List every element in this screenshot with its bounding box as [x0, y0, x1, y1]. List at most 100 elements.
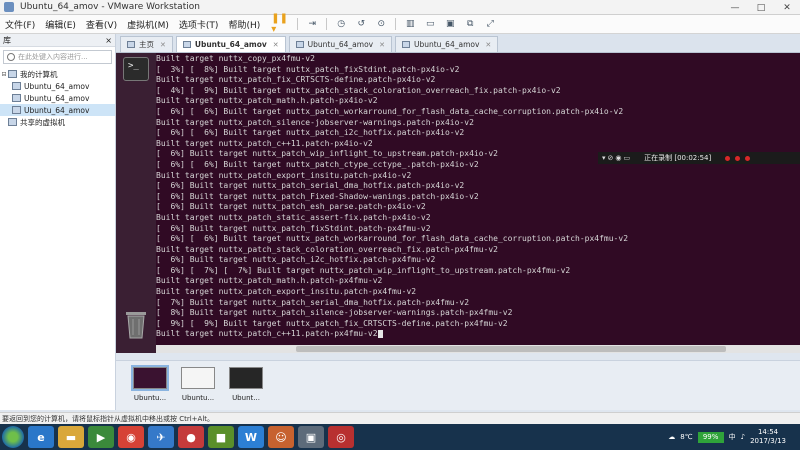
tree-item-label: Ubuntu_64_amov — [24, 105, 90, 115]
terminal-window[interactable]: Built target nuttx_copy_px4fmu-v2[ 3%] [… — [156, 53, 800, 345]
unity-icon[interactable]: ⧉ — [463, 18, 477, 30]
clock[interactable]: 14:54 2017/3/13 — [750, 428, 786, 446]
stretch-icon[interactable]: ⤢ — [483, 18, 497, 30]
tree-item-vm[interactable]: Ubuntu_64_amov — [0, 80, 115, 92]
vm-icon — [295, 41, 304, 48]
library-search-input[interactable]: 在此处键入内容进行... — [3, 50, 112, 64]
terminal-line: Built target nuttx_patch_stack_coloratio… — [156, 244, 498, 254]
ubuntu-launcher: >_ — [116, 53, 156, 353]
library-close-icon[interactable]: × — [105, 34, 112, 47]
chrome-icon[interactable]: ◉ — [118, 426, 144, 448]
recording-status: 正在录制 [00:02:54] — [644, 154, 712, 162]
minimize-button[interactable]: — — [722, 0, 748, 15]
terminal-line: [ 6%] [ 6%] Built target nuttx_patch_i2c… — [156, 128, 465, 138]
terminal-line: [ 6%] Built target nuttx_patch_i2c_hotfi… — [156, 255, 436, 265]
library-header: 库 × — [0, 34, 115, 47]
tree-item-shared-vms[interactable]: 共享的虚拟机 — [0, 116, 115, 128]
tree-item-label: 共享的虚拟机 — [20, 117, 65, 127]
trash-icon[interactable] — [122, 308, 150, 340]
tree-item-label: Ubuntu_64_amov — [24, 93, 90, 103]
start-button[interactable] — [2, 426, 24, 448]
vm-thumbnail[interactable]: Ubuntu... — [130, 365, 170, 402]
folder-icon[interactable]: ▬ — [58, 426, 84, 448]
vm-thumbnail-image — [229, 367, 263, 389]
terminal-line: [ 6%] Built target nuttx_patch_esh_parse… — [156, 202, 426, 212]
app-face-icon[interactable]: ☺ — [268, 426, 294, 448]
tab-home[interactable]: 主页 ✕ — [120, 36, 173, 52]
media-icon[interactable]: ▶ — [88, 426, 114, 448]
tab-bar: 主页 ✕ Ubuntu_64_amov ✕ Ubuntu_64_amov ✕ U… — [116, 34, 800, 53]
temperature: 8℃ — [680, 433, 693, 441]
input-language[interactable]: 中 — [729, 432, 736, 442]
snapshot-icon[interactable]: ◷ — [334, 18, 348, 30]
terminal-line: Built target nuttx_patch_math.h.patch-px… — [156, 96, 378, 106]
tab-vm[interactable]: Ubuntu_64_amov ✕ — [394, 36, 499, 52]
app-green-icon[interactable]: ■ — [208, 426, 234, 448]
revert-snapshot-icon[interactable]: ↺ — [354, 18, 368, 30]
network-icon[interactable]: ☁ — [668, 433, 675, 441]
feather-icon[interactable]: ✈ — [148, 426, 174, 448]
tab-vm[interactable]: Ubuntu_64_amov ✕ — [288, 36, 392, 52]
pause-icon[interactable]: ❚❚ ▾ — [271, 13, 293, 35]
terminal-line: Built target nuttx_patch_c++11.patch-px4… — [156, 329, 800, 340]
taskbar-apps: e ▬ ▶ ◉ ✈ ● ■ W ☺ ▣ ◎ — [24, 426, 354, 448]
app-red-icon[interactable]: ● — [178, 426, 204, 448]
snapshot-manager-icon[interactable]: ⊙ — [374, 18, 388, 30]
desktop: Ubuntu_64_amov - VMware Workstation — □ … — [0, 0, 800, 450]
menu-help[interactable]: 帮助(H) — [223, 18, 265, 31]
vm-icon — [12, 82, 21, 90]
tree-item-label: 我的计算机 — [20, 69, 58, 79]
menu-edit[interactable]: 编辑(E) — [40, 18, 81, 31]
close-button[interactable]: ✕ — [774, 0, 800, 15]
vm-icon — [182, 41, 191, 48]
tab-label: 主页 — [139, 40, 154, 49]
vmware-icon[interactable]: ▣ — [298, 426, 324, 448]
tree-item-label: Ubuntu_64_amov — [24, 81, 90, 91]
terminal-line: [ 4%] [ 9%] Built target nuttx_patch_sta… — [156, 85, 561, 95]
tab-vm-active[interactable]: Ubuntu_64_amov ✕ — [175, 36, 286, 52]
tree-item-my-computer[interactable]: ⊟ 我的计算机 — [0, 68, 115, 80]
collapse-icon[interactable]: ⊟ — [0, 71, 8, 78]
menu-vm[interactable]: 虚拟机(M) — [122, 18, 174, 31]
terminal-line: Built target nuttx_patch_export_insitu.p… — [156, 287, 417, 297]
send-ctrl-alt-del-icon[interactable]: ⇥ — [305, 18, 319, 30]
wps-icon[interactable]: W — [238, 426, 264, 448]
vm-display[interactable]: >_ Built target nuttx_copy_px4fmu-v2[ 3%… — [116, 53, 800, 353]
terminal-icon[interactable]: >_ — [123, 57, 149, 81]
menu-view[interactable]: 查看(V) — [81, 18, 122, 31]
terminal-line: [ 3%] [ 8%] Built target nuttx_patch_fix… — [156, 64, 460, 74]
terminal-line: Built target nuttx_copy_px4fmu-v2 — [156, 54, 315, 63]
vm-thumbnail-label: Ubuntu... — [181, 394, 215, 402]
horizontal-scrollbar[interactable] — [156, 345, 800, 353]
thumbnail-bar-icon[interactable]: ▭ — [423, 18, 437, 30]
pen-icon[interactable] — [725, 155, 731, 161]
vm-thumbnail[interactable]: Ubunt... — [226, 367, 266, 402]
tab-close-icon[interactable]: ✕ — [160, 41, 166, 49]
tab-close-icon[interactable]: ✕ — [485, 41, 491, 49]
menu-file[interactable]: 文件(F) — [0, 18, 40, 31]
library-view-icon[interactable]: ▥ — [403, 18, 417, 30]
record-icon[interactable] — [745, 155, 751, 161]
recorder-icon[interactable]: ◎ — [328, 426, 354, 448]
tree-item-vm[interactable]: Ubuntu_64_amov — [0, 92, 115, 104]
vm-thumbnail[interactable]: Ubuntu... — [178, 367, 218, 402]
battery-indicator[interactable]: 99% — [697, 431, 724, 443]
menu-tabs[interactable]: 选项卡(T) — [174, 18, 224, 31]
fullscreen-icon[interactable]: ▣ — [443, 18, 457, 30]
tree-item-vm-selected[interactable]: Ubuntu_64_amov — [0, 104, 115, 116]
tab-label: Ubuntu_64_amov — [413, 40, 480, 49]
tab-close-icon[interactable]: ✕ — [273, 41, 279, 49]
ie-icon[interactable]: e — [28, 426, 54, 448]
tab-close-icon[interactable]: ✕ — [379, 41, 385, 49]
recording-tools-icon[interactable]: ▾⊘◉▭ — [602, 154, 632, 162]
stop-recording-icon[interactable] — [735, 155, 741, 161]
terminal-cursor — [377, 329, 383, 338]
terminal-line: Built target nuttx_patch_fix_CRTSCTS-def… — [156, 75, 436, 85]
recording-toolbar: ▾⊘◉▭ 正在录制 [00:02:54] — [598, 152, 800, 164]
scrollbar-thumb[interactable] — [296, 346, 726, 352]
vm-icon — [401, 41, 410, 48]
terminal-line: [ 6%] [ 6%] Built target nuttx_patch_wor… — [156, 106, 624, 116]
volume-icon[interactable]: ♪ — [741, 433, 745, 441]
maximize-button[interactable]: □ — [748, 0, 774, 15]
terminal-line: Built target nuttx_patch_static_assert-f… — [156, 212, 431, 222]
